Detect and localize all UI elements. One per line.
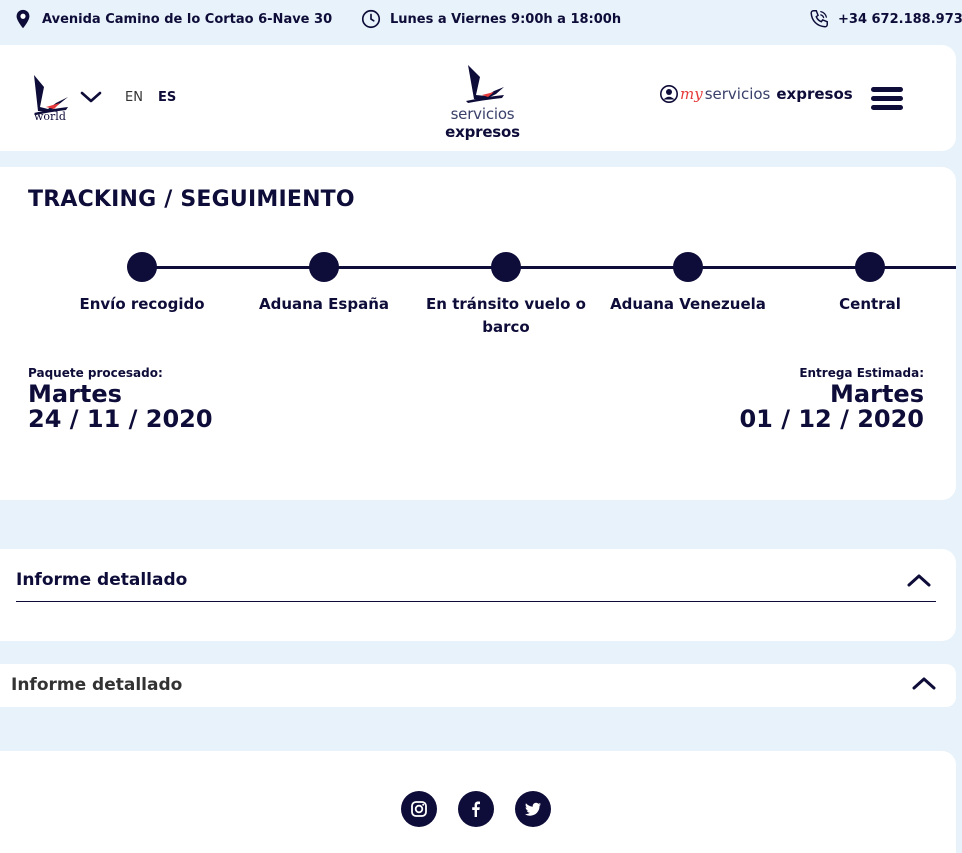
processed-date: 24 / 11 / 2020 <box>28 405 213 433</box>
tracking-card: TRACKING / SEGUIMIENTO Envío recogido Ad… <box>0 167 956 500</box>
menu-bar <box>871 105 903 110</box>
processed-label: Paquete procesado: <box>28 366 163 380</box>
step-label: Central <box>839 295 901 313</box>
site-header: world EN ES servicios expresos my servic… <box>0 45 956 151</box>
report-title[interactable]: Informe detallado <box>16 570 187 590</box>
hamburger-menu-icon[interactable] <box>871 87 903 111</box>
site-footer <box>0 751 956 853</box>
facebook-glyph <box>472 801 480 817</box>
step-dot <box>673 252 703 282</box>
instagram-icon[interactable] <box>401 791 437 827</box>
my-prefix: my <box>680 85 703 103</box>
lang-en-link[interactable]: EN <box>125 90 143 105</box>
divider <box>16 601 936 602</box>
step-label: Aduana España <box>258 295 389 313</box>
menu-bar <box>871 87 903 92</box>
address-text: Avenida Camino de lo Cortao 6-Nave 30 <box>42 11 333 27</box>
step-dot <box>309 252 339 282</box>
tracking-progress-line <box>142 266 956 269</box>
my-light: servicios <box>704 85 771 103</box>
chevron-down-icon[interactable] <box>80 89 102 105</box>
phone-item[interactable]: +34 672.188.973 <box>808 8 962 30</box>
page-title: TRACKING / SEGUIMIENTO <box>28 187 355 212</box>
instagram-glyph <box>411 801 427 817</box>
twitter-glyph <box>525 802 541 816</box>
twitter-icon[interactable] <box>515 791 551 827</box>
clock-icon <box>361 9 381 29</box>
processed-day: Martes <box>28 380 122 408</box>
estimated-day: Martes <box>830 380 924 408</box>
estimated-date: 01 / 12 / 2020 <box>739 405 924 433</box>
step-dot <box>127 252 157 282</box>
brand-logo[interactable]: servicios expresos <box>415 63 550 141</box>
report-panel: Informe detallado <box>0 664 956 707</box>
top-info-bar: Avenida Camino de lo Cortao 6-Nave 30 Lu… <box>0 0 962 40</box>
estimated-label: Entrega Estimada: <box>799 366 924 380</box>
brand-ship-icon <box>465 65 504 103</box>
my-servicios-link[interactable]: my servicios expresos <box>660 85 853 103</box>
hours-item: Lunes a Viernes 9:00h a 18:00h <box>360 8 621 30</box>
step-label: Aduana Venezuela <box>610 295 766 313</box>
phone-text[interactable]: +34 672.188.973 <box>838 12 962 27</box>
chevron-up-icon[interactable] <box>906 572 932 588</box>
hours-text: Lunes a Viernes 9:00h a 18:00h <box>390 11 622 27</box>
step-label: Envío recogido <box>79 295 205 313</box>
report-panel: Informe detallado <box>0 549 956 641</box>
step-dot <box>491 252 521 282</box>
my-bold: expresos <box>776 85 853 103</box>
menu-bar <box>871 96 903 101</box>
brand-bold: expresos <box>445 123 520 141</box>
phone-icon <box>810 10 828 28</box>
step-label: En tránsito vuelo o barco <box>426 295 586 336</box>
location-pin-icon <box>16 9 30 29</box>
facebook-icon[interactable] <box>458 791 494 827</box>
brand-light: servicios <box>450 105 515 123</box>
brand-wordmark: servicios expresos <box>415 105 550 141</box>
lang-es-link[interactable]: ES <box>158 90 176 105</box>
chevron-up-icon[interactable] <box>911 675 937 691</box>
world-label: world <box>34 110 66 123</box>
user-icon <box>660 85 678 103</box>
address-item: Avenida Camino de lo Cortao 6-Nave 30 <box>12 8 332 30</box>
step-dot <box>855 252 885 282</box>
report-title[interactable]: Informe detallado <box>11 675 182 695</box>
